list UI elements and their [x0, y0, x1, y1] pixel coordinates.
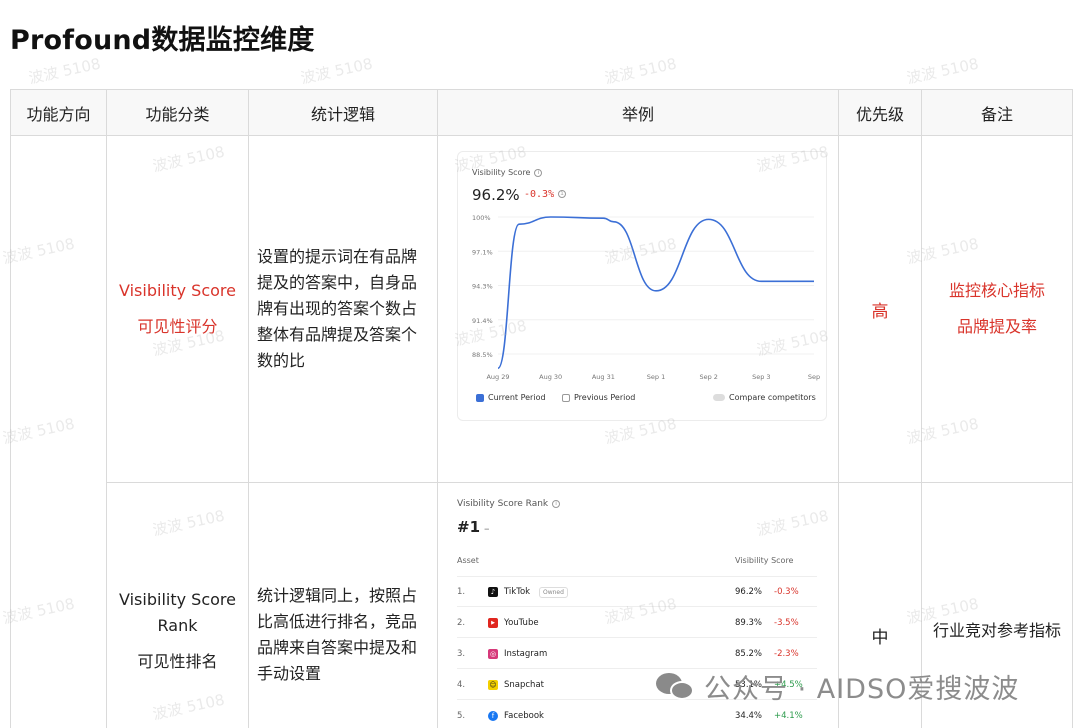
category-cn: 可见性排名: [137, 652, 218, 671]
legend-current-label: Current Period: [488, 393, 546, 402]
rank-number: 4.: [457, 680, 466, 690]
column-asset: Asset: [457, 556, 479, 565]
asset-change: -3.5%: [774, 618, 799, 628]
rank-number: 3.: [457, 649, 466, 659]
footer-watermark: 公众号 · AIDSO爱搜波波: [656, 664, 1019, 708]
table-header-row: 功能方向 功能分类 统计逻辑 举例 优先级 备注: [10, 89, 1073, 136]
asset-name: Instagram: [504, 649, 548, 659]
rank-value: #1–: [457, 518, 490, 536]
logic-cell: 统计逻辑同上，按照占比高低进行排名，竞品品牌来自答案中提及和手动设置: [248, 482, 438, 728]
legend-previous-label: Previous Period: [574, 393, 636, 402]
y-tick-label: 94.3%: [472, 283, 493, 291]
note-line-1: 监控核心指标: [948, 281, 1045, 300]
note-cell: 监控核心指标 品牌提及率: [921, 135, 1073, 483]
y-tick-label: 97.1%: [472, 248, 493, 256]
y-tick-label: 88.5%: [472, 351, 493, 359]
list-item[interactable]: 5. f Facebook 34.4% +4.1%: [457, 709, 817, 725]
column-visibility-score: Visibility Score: [735, 556, 794, 565]
toggle-icon[interactable]: [713, 394, 725, 401]
x-tick-label: Sep 2: [699, 373, 717, 381]
x-tick-label: Sep 3: [752, 373, 770, 381]
note-line-2: 品牌提及率: [956, 317, 1037, 336]
priority-cell: 高: [838, 135, 922, 483]
asset-change: -2.3%: [774, 649, 799, 659]
facebook-icon: f: [488, 711, 498, 721]
youtube-icon: ▶: [488, 618, 498, 628]
category-cn: 可见性评分: [137, 317, 218, 336]
list-item[interactable]: 3. ◎ Instagram 85.2% -2.3%: [457, 647, 817, 663]
rank-value-text: #1: [457, 518, 481, 536]
y-tick-label: 100%: [472, 214, 491, 222]
watermark: 波波 5108: [905, 54, 981, 88]
watermark: 波波 5108: [603, 54, 679, 88]
x-tick-label: Aug 31: [592, 373, 615, 381]
category-en: Visibility Score: [119, 590, 236, 609]
rank-number: 5.: [457, 711, 466, 721]
wechat-icon: [656, 671, 696, 701]
compare-competitors-toggle[interactable]: Compare competitors: [713, 393, 816, 402]
category-cell: Visibility Score 可见性评分: [106, 135, 249, 483]
legend-current-period[interactable]: Current Period: [476, 393, 546, 402]
info-icon[interactable]: i: [552, 499, 561, 508]
category-en: Rank: [157, 616, 198, 635]
header-logic: 统计逻辑: [248, 89, 438, 136]
snapchat-icon: ☺: [488, 680, 498, 690]
header-note: 备注: [921, 89, 1073, 136]
tiktok-icon: ♪: [488, 587, 498, 597]
x-tick-label: Aug 29: [486, 373, 509, 381]
rank-number: 1.: [457, 587, 466, 597]
direction-cell: [10, 135, 107, 728]
asset-change: +4.1%: [774, 711, 803, 721]
category-cell: Visibility Score Rank 可见性排名: [106, 482, 249, 728]
x-tick-label: Aug 30: [539, 373, 562, 381]
asset-score: 34.4%: [735, 711, 763, 721]
header-direction: 功能方向: [10, 89, 107, 136]
page-title: Profound数据监控维度: [10, 25, 315, 56]
rank-card-label: Visibility Score Rank i: [457, 499, 561, 509]
header-example: 举例: [437, 89, 839, 136]
asset-score: 96.2%: [735, 587, 763, 597]
legend-previous-period[interactable]: Previous Period: [562, 393, 635, 402]
header-category: 功能分类: [106, 89, 249, 136]
rank-number: 2.: [457, 618, 466, 628]
y-tick-label: 91.4%: [472, 317, 493, 325]
instagram-icon: ◎: [488, 649, 498, 659]
logic-cell: 设置的提示词在有品牌提及的答案中，自身品牌有出现的答案个数占整体有品牌提及答案个…: [248, 135, 438, 483]
asset-score: 89.3%: [735, 618, 763, 628]
divider: [457, 576, 817, 577]
asset-score: 85.2%: [735, 649, 763, 659]
watermark: 波波 5108: [299, 54, 375, 88]
watermark: 波波 5108: [27, 54, 103, 88]
owned-badge: Owned: [539, 587, 568, 598]
asset-name: YouTube: [504, 618, 539, 628]
list-item[interactable]: 1. ♪ TikTok Owned 96.2% -0.3%: [457, 585, 817, 601]
x-tick-label: Sep: [808, 373, 820, 381]
asset-name: Facebook: [504, 711, 544, 721]
series-line: [497, 216, 814, 370]
visibility-line-chart: 100% 97.1% 94.3% 91.4% 88.5% Aug 29 Aug 30 Aug …: [472, 214, 820, 381]
visibility-score-card: Visibility Score i 96.2% -0.3% i 100% 97.1%…: [457, 151, 827, 421]
header-priority: 优先级: [838, 89, 922, 136]
rank-dash: –: [484, 522, 490, 535]
asset-name: TikTok: [504, 587, 531, 597]
divider: [457, 637, 817, 638]
asset-name: Snapchat: [504, 680, 544, 690]
list-item[interactable]: 2. ▶ YouTube 89.3% -3.5%: [457, 616, 817, 632]
checkbox-unchecked-icon[interactable]: [562, 393, 570, 402]
checkbox-checked-icon[interactable]: [476, 393, 484, 402]
divider: [457, 606, 817, 607]
category-en: Visibility Score: [119, 281, 236, 300]
x-tick-label: Sep 1: [647, 373, 665, 381]
asset-change: -0.3%: [774, 587, 799, 597]
rank-card-label-text: Visibility Score Rank: [457, 499, 549, 509]
footer-text: 公众号 · AIDSO爱搜波波: [704, 673, 1020, 705]
compare-competitors-label: Compare competitors: [729, 393, 816, 402]
